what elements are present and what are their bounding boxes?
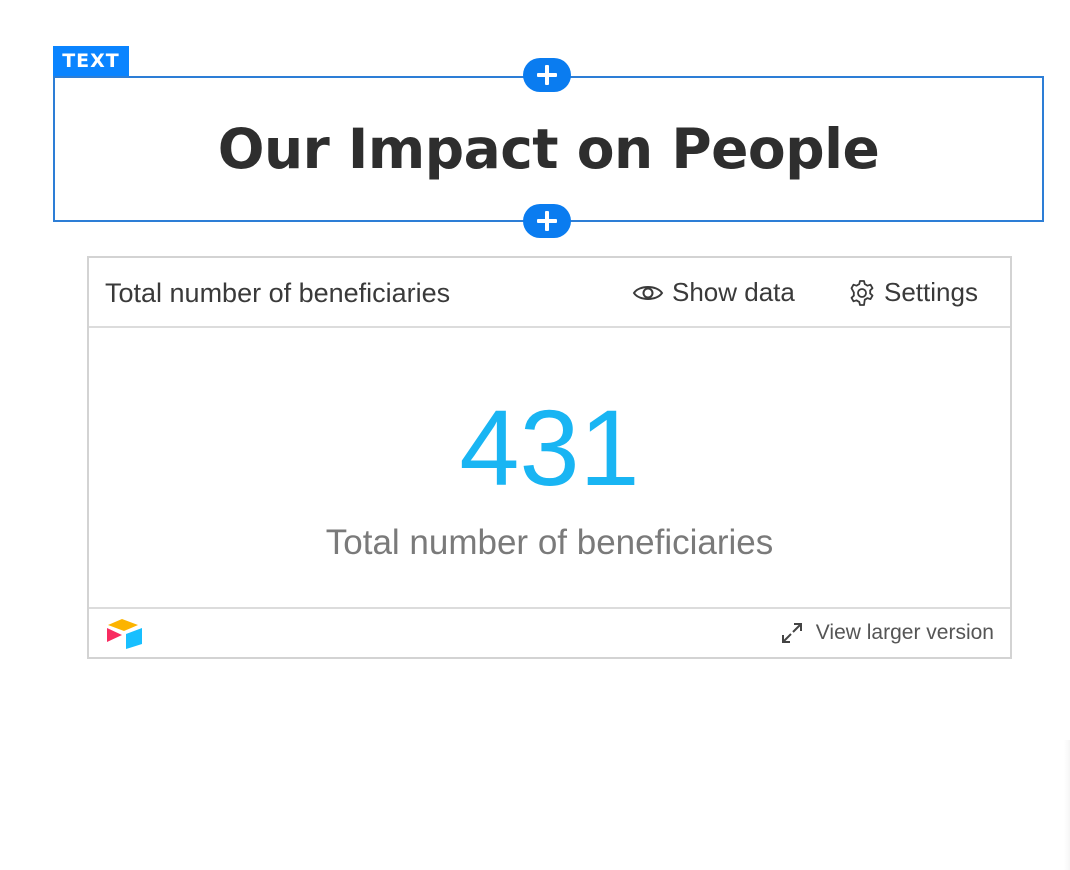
card-footer: View larger version	[89, 609, 1010, 657]
expand-icon	[780, 621, 804, 645]
eye-icon	[632, 282, 664, 304]
text-block-tag: TEXT	[53, 46, 129, 76]
view-larger-link[interactable]: View larger version	[780, 621, 994, 645]
edge-shadow	[1064, 740, 1070, 870]
metric-value: 431	[459, 387, 640, 508]
embed-card: Total number of beneficiaries Show data	[87, 256, 1012, 659]
settings-button[interactable]: Settings	[848, 277, 978, 308]
view-larger-label: View larger version	[815, 621, 994, 644]
add-block-below-button[interactable]	[523, 204, 571, 238]
card-header: Total number of beneficiaries Show data	[89, 258, 1010, 328]
page: TEXT Our Impact on People Total number o…	[0, 0, 1070, 870]
plus-icon	[537, 211, 557, 231]
card-title: Total number of beneficiaries	[105, 278, 451, 308]
show-data-button[interactable]: Show data	[632, 277, 795, 308]
text-block[interactable]: Our Impact on People	[53, 76, 1044, 222]
metric-label: Total number of beneficiaries	[325, 523, 774, 562]
add-block-above-button[interactable]	[523, 58, 571, 92]
show-data-label: Show data	[672, 277, 795, 307]
plus-icon	[537, 65, 557, 85]
page-heading[interactable]: Our Impact on People	[218, 117, 880, 181]
airtable-logo-icon[interactable]	[105, 618, 143, 650]
settings-label: Settings	[884, 277, 978, 307]
gear-icon	[848, 279, 876, 307]
metric-panel: 431 Total number of beneficiaries	[89, 328, 1010, 609]
